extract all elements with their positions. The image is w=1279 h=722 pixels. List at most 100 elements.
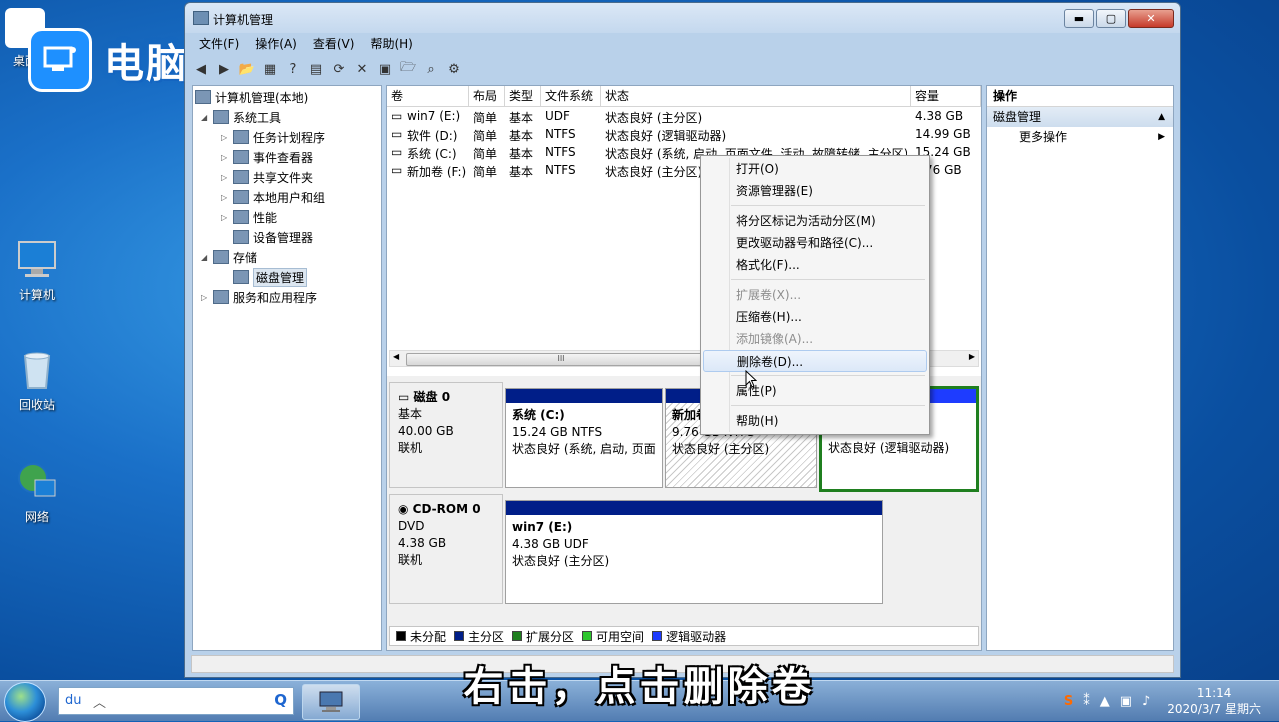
volume-layout: 简单 [473, 165, 498, 179]
disk-management-icon [233, 270, 249, 284]
chevron-right-icon[interactable]: ▷ [221, 193, 233, 202]
volume-layout: 简单 [473, 147, 498, 161]
volume-type: 基本 [509, 111, 534, 125]
column-header[interactable]: 布局 [469, 86, 505, 106]
volume-name: 新加卷 (F:) [407, 165, 467, 179]
tree-item-services[interactable]: ▷ 服务和应用程序 [201, 288, 317, 306]
menu-help[interactable]: 帮助(H) [362, 33, 420, 53]
table-row[interactable]: ▭ win7 (E:) 简单 基本 UDF 状态良好 (主分区) 4.38 GB [387, 108, 981, 126]
chevron-right-icon[interactable]: ▷ [221, 153, 233, 162]
menu-view[interactable]: 查看(V) [305, 33, 363, 53]
menu-item-shrink-volume[interactable]: 压缩卷(H)... [703, 306, 927, 328]
tree-item-storage[interactable]: ◢ 存储 [201, 248, 257, 266]
help-icon[interactable]: ? [283, 59, 303, 79]
computer-management-window: 计算机管理 ▬ ▢ ✕ 文件(F) 操作(A) 查看(V) 帮助(H) ◀ ▶ … [184, 2, 1181, 678]
menu-item-mark-active[interactable]: 将分区标记为活动分区(M) [703, 210, 927, 232]
scroll-thumb[interactable]: III [406, 353, 716, 366]
tree-item-disk-management[interactable]: 磁盘管理 [233, 267, 308, 287]
column-header[interactable]: 容量 [911, 86, 981, 106]
menu-action[interactable]: 操作(A) [247, 33, 305, 53]
tree-item-root[interactable]: 计算机管理(本地) [195, 88, 308, 106]
menu-item-help[interactable]: 帮助(H) [703, 410, 927, 432]
tree-item-label: 性能 [253, 210, 278, 225]
tree-item-shared-folders[interactable]: ▷ 共享文件夹 [221, 168, 313, 186]
settings-icon[interactable]: ⚙ [444, 59, 464, 79]
tools-icon [213, 110, 229, 124]
menu-separator [731, 405, 925, 406]
volume-type: 基本 [509, 147, 534, 161]
legend-label: 扩展分区 [526, 629, 575, 644]
chevron-down-icon[interactable]: ◢ [201, 113, 213, 122]
cdrom-0-info[interactable]: ◉ CD-ROM 0 DVD 4.38 GB 联机 [389, 494, 503, 604]
drive-icon: ▭ [391, 163, 403, 177]
menu-file[interactable]: 文件(F) [191, 33, 247, 53]
menu-item-properties[interactable]: 属性(P) [703, 380, 927, 402]
tree-item-label: 服务和应用程序 [233, 290, 318, 305]
legend-label: 主分区 [468, 629, 505, 644]
partition-e[interactable]: win7 (E:) 4.38 GB UDF 状态良好 (主分区) [505, 500, 883, 604]
title-bar[interactable]: 计算机管理 ▬ ▢ ✕ [185, 3, 1180, 33]
chevron-right-icon[interactable]: ▷ [221, 213, 233, 222]
more-actions[interactable]: 更多操作 ▶ [987, 127, 1173, 147]
disk-state: 联机 [398, 553, 423, 567]
table-row[interactable]: ▭ 软件 (D:) 简单 基本 NTFS 状态良好 (逻辑驱动器) 14.99 … [387, 126, 981, 144]
chevron-right-icon[interactable]: ▷ [221, 133, 233, 142]
volume-list-header: 卷 布局 类型 文件系统 状态 容量 [387, 86, 981, 107]
menu-item-open[interactable]: 打开(O) [703, 158, 927, 180]
tree-item-label: 共享文件夹 [253, 170, 314, 185]
tree-item-device-manager[interactable]: 设备管理器 [233, 228, 313, 246]
column-header[interactable]: 类型 [505, 86, 541, 106]
refresh-icon[interactable]: ⟳ [329, 59, 349, 79]
partition-status: 状态良好 (系统, 启动, 页面 [512, 442, 656, 456]
back-icon[interactable]: ◀ [191, 59, 211, 79]
delete-icon[interactable]: ✕ [352, 59, 372, 79]
tree-item-task-scheduler[interactable]: ▷ 任务计划程序 [221, 128, 325, 146]
disk-type: DVD [398, 519, 425, 533]
open-icon[interactable]: 🗁 [398, 59, 418, 79]
column-header[interactable]: 卷 [387, 86, 469, 106]
tree-item-event-viewer[interactable]: ▷ 事件查看器 [221, 148, 313, 166]
minimize-button[interactable]: ▬ [1064, 9, 1094, 28]
desktop-icon-network[interactable]: 网络 [2, 460, 72, 525]
properties-icon[interactable]: ▣ [375, 59, 395, 79]
actions-header: 操作 [987, 86, 1173, 107]
scroll-right-icon[interactable]: ▶ [969, 352, 975, 361]
chevron-right-icon[interactable]: ▷ [201, 293, 213, 302]
partition-c[interactable]: 系统 (C:) 15.24 GB NTFS 状态良好 (系统, 启动, 页面 [505, 388, 663, 488]
desktop-icon-recycle-bin[interactable]: 回收站 [2, 348, 72, 413]
collapse-icon[interactable]: ▲ [1158, 107, 1165, 127]
recycle-bin-icon [15, 348, 59, 392]
tree-item-system-tools[interactable]: ◢ 系统工具 [201, 108, 281, 126]
tree-item-local-users[interactable]: ▷ 本地用户和组 [221, 188, 325, 206]
disk-0-info[interactable]: ▭ 磁盘 0 基本 40.00 GB 联机 [389, 382, 503, 488]
volume-fs: NTFS [545, 127, 576, 141]
maximize-button[interactable]: ▢ [1096, 9, 1126, 28]
close-button[interactable]: ✕ [1128, 9, 1174, 28]
column-header[interactable]: 状态 [601, 86, 911, 106]
scroll-left-icon[interactable]: ◀ [393, 352, 399, 361]
volume-capacity: 76 GB [925, 163, 962, 177]
show-hide-tree-icon[interactable]: ▦ [260, 59, 280, 79]
menu-separator [731, 279, 925, 280]
actions-section-disk-management[interactable]: 磁盘管理 ▲ [987, 107, 1173, 127]
desktop-icon-computer[interactable]: 计算机 [2, 238, 72, 303]
disk-size: 4.38 GB [398, 536, 447, 550]
search-icon[interactable]: ⌕ [421, 59, 441, 79]
chevron-right-icon[interactable]: ▷ [221, 173, 233, 182]
computer-management-icon [195, 90, 211, 104]
show-hide-action-pane-icon[interactable]: ▤ [306, 59, 326, 79]
up-folder-icon[interactable]: 📂 [237, 59, 257, 79]
chevron-right-icon: ▶ [1158, 132, 1165, 142]
menu-item-change-letter[interactable]: 更改驱动器号和路径(C)... [703, 232, 927, 254]
menu-item-format[interactable]: 格式化(F)... [703, 254, 927, 276]
menu-bar: 文件(F) 操作(A) 查看(V) 帮助(H) [191, 33, 421, 53]
chevron-down-icon[interactable]: ◢ [201, 253, 213, 262]
menu-item-delete-volume[interactable]: 删除卷(D)... [703, 350, 927, 372]
forward-icon[interactable]: ▶ [214, 59, 234, 79]
legend-swatch [652, 631, 663, 641]
column-header[interactable]: 文件系统 [541, 86, 601, 106]
volume-type: 基本 [509, 165, 534, 179]
video-subtitle: 右击，点击删除卷 [463, 664, 816, 710]
tree-item-performance[interactable]: ▷ 性能 [221, 208, 277, 226]
menu-item-explorer[interactable]: 资源管理器(E) [703, 180, 927, 202]
